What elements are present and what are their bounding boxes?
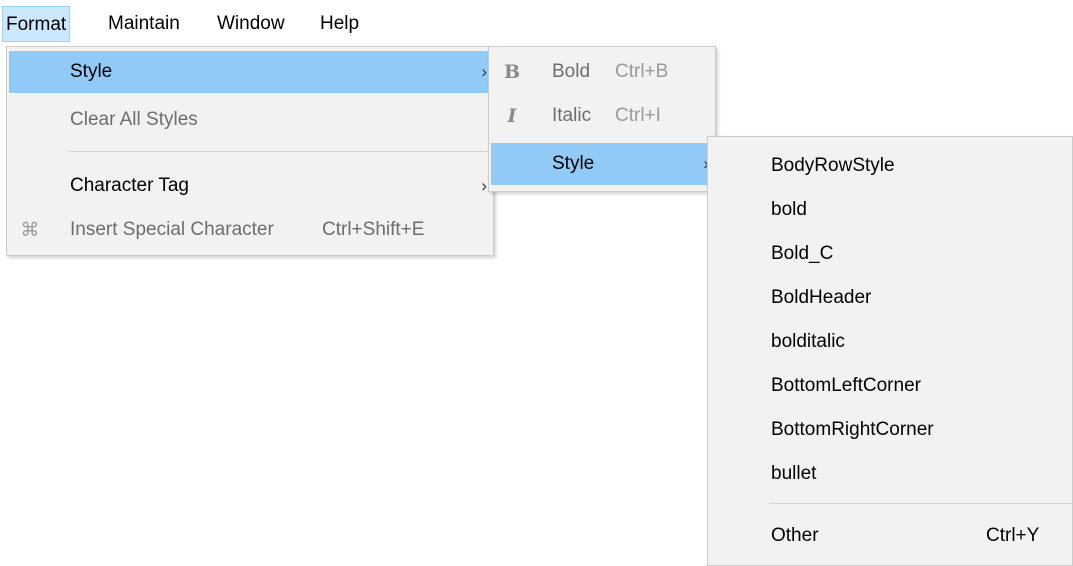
bold-icon: B (503, 61, 521, 83)
styles-list-submenu: BodyRowStyle bold Bold_C BoldHeader bold… (707, 136, 1073, 566)
menu-maintain[interactable]: Maintain (105, 6, 183, 42)
style-list-item-label: BodyRowStyle (771, 155, 895, 176)
insert-special-character-label: Insert Special Character (70, 219, 274, 240)
style-list-item[interactable]: BoldHeader (710, 277, 1070, 319)
clear-all-styles-label: Clear All Styles (70, 109, 198, 130)
chevron-right-icon: › (481, 176, 487, 195)
insert-special-character-shortcut: Ctrl+Shift+E (322, 219, 425, 240)
style-list-item[interactable]: bolditalic (710, 321, 1070, 363)
character-tag-label: Character Tag (70, 175, 189, 196)
style-list-item[interactable]: BodyRowStyle (710, 145, 1070, 187)
style-submenu-style-label: Style (552, 153, 595, 174)
bold-label: Bold (552, 61, 591, 82)
style-list-item-label: bullet (771, 463, 817, 484)
style-list-item[interactable]: BottomRightCorner (710, 409, 1070, 451)
style-submenu-style-item[interactable]: Style › (491, 143, 713, 185)
menu-window[interactable]: Window (214, 6, 288, 42)
style-list-item[interactable]: bullet (710, 453, 1070, 495)
bold-item[interactable]: B Bold Ctrl+B (491, 51, 713, 93)
style-list-item-label: bolditalic (771, 331, 845, 352)
other-style-label: Other (771, 525, 819, 546)
menu-separator (68, 151, 491, 152)
style-list-item-label: BottomLeftCorner (771, 375, 921, 396)
menu-help[interactable]: Help (317, 6, 362, 42)
format-style-label: Style (70, 61, 113, 82)
chevron-right-icon: › (481, 62, 487, 81)
style-list-item-label: Bold_C (771, 243, 834, 264)
italic-shortcut: Ctrl+I (615, 105, 661, 126)
other-style-shortcut: Ctrl+Y (986, 525, 1040, 546)
style-list-item[interactable]: BottomLeftCorner (710, 365, 1070, 407)
bold-shortcut: Ctrl+B (615, 61, 669, 82)
style-list-item[interactable]: bold (710, 189, 1070, 231)
clear-all-styles-item[interactable]: Clear All Styles (9, 99, 491, 141)
menu-separator (769, 503, 1072, 504)
style-list-item-label: BoldHeader (771, 287, 872, 308)
italic-label: Italic (552, 105, 592, 126)
other-style-item[interactable]: Other Ctrl+Y (710, 515, 1070, 557)
style-list-item[interactable]: Bold_C (710, 233, 1070, 275)
menu-format[interactable]: Format (2, 6, 71, 42)
format-dropdown: Style › Clear All Styles Character Tag ›… (6, 46, 494, 256)
italic-icon: I (507, 105, 517, 127)
character-tag-item[interactable]: Character Tag › (9, 165, 491, 207)
insert-special-character-item[interactable]: ⌘ Insert Special Character Ctrl+Shift+E (9, 209, 491, 251)
style-list-item-label: BottomRightCorner (771, 419, 934, 440)
menu-bar: Format Maintain Window Help (0, 0, 1073, 46)
italic-item[interactable]: I Italic Ctrl+I (491, 95, 713, 137)
special-character-icon: ⌘ (20, 219, 40, 241)
style-list-item-label: bold (771, 199, 807, 220)
format-style-item[interactable]: Style › (9, 51, 491, 93)
style-submenu: B Bold Ctrl+B I Italic Ctrl+I Style › (488, 46, 716, 192)
